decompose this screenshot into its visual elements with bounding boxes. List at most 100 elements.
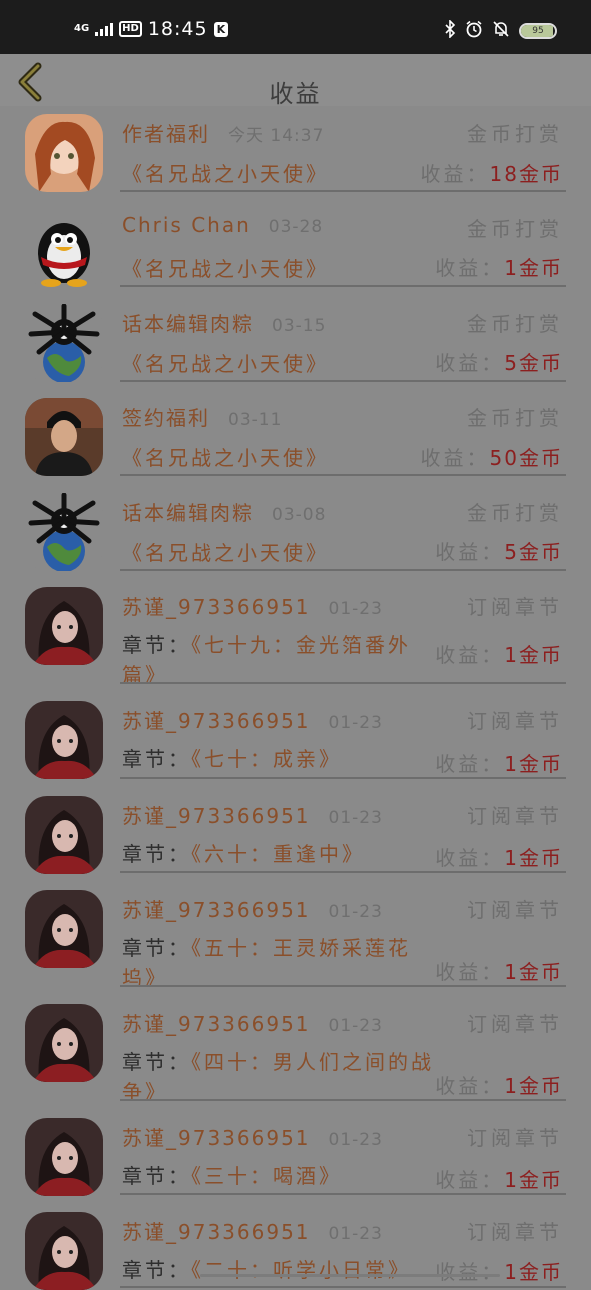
income-type: 金币打赏 [467, 312, 563, 336]
timestamp: 01-23 [328, 902, 383, 922]
avatar[interactable] [25, 796, 103, 874]
earnings-label: 收益： [435, 752, 505, 776]
income-type: 金币打赏 [467, 217, 563, 241]
earnings-amount: 5金币 [504, 540, 563, 564]
earnings: 收益：5金币 [435, 347, 563, 376]
chapter-title: 《七十：成亲》 [191, 747, 342, 771]
work-title: 《名兄战之小天使》 [122, 446, 329, 470]
chapter-title: 《六十：重逢中》 [191, 842, 365, 866]
user-name: 苏谨_973366951 01-23 [122, 1122, 383, 1151]
chapter-label: 章节： [122, 1164, 191, 1188]
user-name-text: 苏谨_973366951 [122, 1012, 311, 1036]
avatar[interactable] [25, 701, 103, 779]
user-name: 作者福利 今天 14:37 [122, 118, 324, 147]
user-name: 苏谨_973366951 01-23 [122, 894, 383, 923]
chapter-info: 章节：《六十：重逢中》 [122, 839, 442, 869]
earnings-label: 收益： [435, 1074, 505, 1098]
divider [120, 1286, 566, 1288]
chapter-info: 章节：《七十九：金光箔番外篇》 [122, 630, 442, 690]
earnings-amount: 1金币 [504, 846, 563, 870]
signal-icon [95, 22, 114, 36]
chapter-label: 章节： [122, 842, 191, 866]
avatar[interactable] [25, 890, 103, 968]
income-type: 订阅章节 [467, 595, 563, 619]
alarm-icon [465, 20, 483, 41]
earnings-label: 收益： [435, 351, 505, 375]
timestamp: 01-23 [328, 1016, 383, 1036]
chapter-info: 章节：《四十：男人们之间的战争》 [122, 1047, 442, 1107]
user-name: 苏谨_973366951 01-23 [122, 1008, 383, 1037]
timestamp: 03-08 [272, 505, 327, 525]
battery-level: 95 [532, 25, 544, 36]
user-name: Chris Chan 03-28 [122, 213, 323, 237]
timestamp: 01-23 [328, 599, 383, 619]
timestamp: 01-23 [328, 1224, 383, 1244]
network-type: 4G [74, 23, 90, 34]
work-title: 《名兄战之小天使》 [122, 541, 329, 565]
avatar[interactable] [25, 1118, 103, 1196]
clock: 18:45 [147, 18, 208, 40]
earnings: 收益：50金币 [421, 442, 563, 471]
earnings: 收益：1金币 [435, 956, 563, 985]
earnings-label: 收益： [435, 960, 505, 984]
avatar[interactable] [25, 1212, 103, 1290]
earnings: 收益：1金币 [435, 1256, 563, 1285]
earnings-amount: 18金币 [489, 162, 563, 186]
divider [120, 1099, 566, 1101]
chapter-label: 章节： [122, 747, 191, 771]
user-name-text: 苏谨_973366951 [122, 898, 311, 922]
work-title: 《名兄战之小天使》 [122, 257, 329, 281]
battery-icon: 95 [519, 22, 557, 39]
divider [120, 871, 566, 873]
earnings-amount: 1金币 [504, 960, 563, 984]
income-type: 订阅章节 [467, 804, 563, 828]
earnings-amount: 1金币 [504, 256, 563, 280]
avatar[interactable] [25, 114, 103, 192]
avatar[interactable] [25, 587, 103, 665]
header: 收益 [0, 54, 591, 108]
user-name: 苏谨_973366951 01-23 [122, 1216, 383, 1245]
income-type: 订阅章节 [467, 1220, 563, 1244]
earnings-label: 收益： [435, 1168, 505, 1192]
avatar[interactable] [25, 304, 103, 382]
income-type: 金币打赏 [467, 122, 563, 146]
hd-icon: HD [119, 21, 142, 37]
income-type: 订阅章节 [467, 1126, 563, 1150]
user-name-text: 苏谨_973366951 [122, 1220, 311, 1244]
divider [120, 380, 566, 382]
earnings: 收益：1金币 [435, 639, 563, 668]
timestamp: 01-23 [328, 1130, 383, 1150]
earnings: 收益：5金币 [435, 536, 563, 565]
divider [120, 474, 566, 476]
user-name-text: 苏谨_973366951 [122, 709, 311, 733]
k-app-icon: K [213, 21, 229, 37]
avatar[interactable] [25, 209, 103, 287]
earnings-label: 收益： [435, 846, 505, 870]
user-name-text: 苏谨_973366951 [122, 595, 311, 619]
income-type: 金币打赏 [467, 406, 563, 430]
divider [120, 682, 566, 684]
status-bar: 4G HD 18:45 K 95 [0, 0, 591, 54]
avatar[interactable] [25, 398, 103, 476]
earnings-label: 收益： [435, 643, 505, 667]
work-title: 《名兄战之小天使》 [122, 352, 329, 376]
earnings-amount: 1金币 [504, 1260, 563, 1284]
home-indicator [200, 1274, 500, 1277]
page-title: 收益 [269, 80, 322, 108]
avatar[interactable] [25, 1004, 103, 1082]
earnings-amount: 1金币 [504, 643, 563, 667]
income-type: 订阅章节 [467, 1012, 563, 1036]
user-name: 话本编辑肉粽 03-08 [122, 497, 326, 526]
user-name-text: 苏谨_973366951 [122, 804, 311, 828]
divider [120, 190, 566, 192]
timestamp: 01-23 [328, 713, 383, 733]
income-type: 订阅章节 [467, 898, 563, 922]
earnings-amount: 1金币 [504, 1074, 563, 1098]
user-name: 苏谨_973366951 01-23 [122, 591, 383, 620]
chapter-title: 《三十：喝酒》 [191, 1164, 342, 1188]
timestamp: 03-11 [228, 410, 283, 430]
earnings-amount: 1金币 [504, 752, 563, 776]
timestamp: 03-15 [272, 316, 327, 336]
user-name-text: 话本编辑肉粽 [122, 501, 254, 525]
avatar[interactable] [25, 493, 103, 571]
